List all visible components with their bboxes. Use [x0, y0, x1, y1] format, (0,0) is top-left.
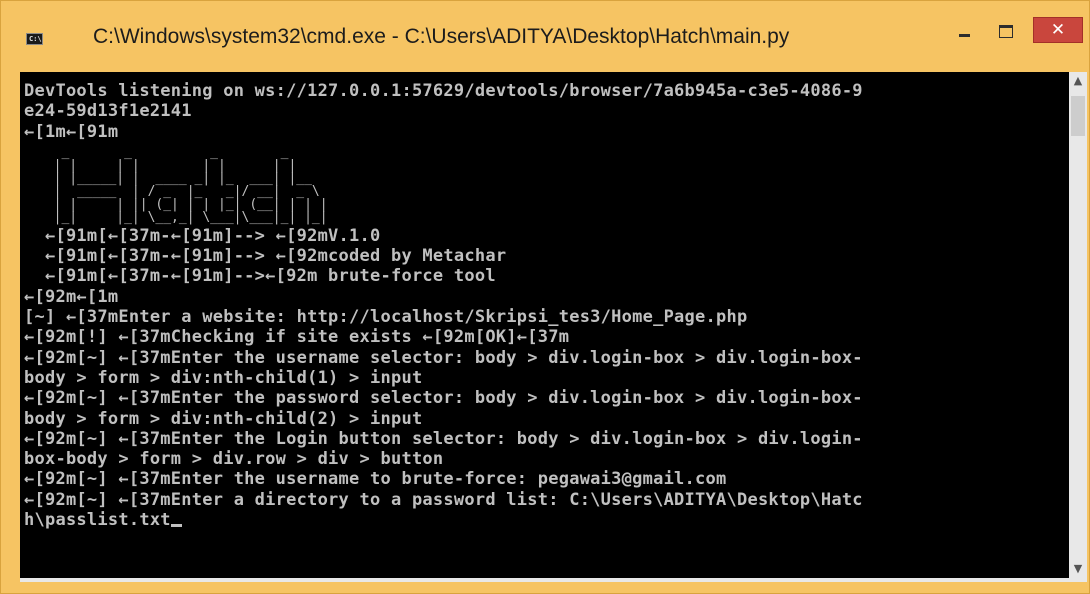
console-lines-after-logo: ←[91m[←[37m-←[91m]--> ←[92mV.1.0 ←[91m[←…: [20, 224, 1069, 530]
console-lines-before-logo: DevTools listening on ws://127.0.0.1:576…: [24, 81, 863, 142]
cmd-icon-text: C:\: [29, 35, 42, 43]
close-button[interactable]: ✕: [1033, 17, 1083, 43]
window-bottom-edge: [20, 578, 1087, 582]
title-bar[interactable]: C:\ C:\Windows\system32\cmd.exe - C:\Use…: [1, 1, 1090, 73]
window-title: C:\Windows\system32\cmd.exe - C:\Users\A…: [93, 25, 790, 48]
cmd-icon[interactable]: C:\: [26, 33, 43, 45]
console-output[interactable]: DevTools listening on ws://127.0.0.1:576…: [20, 72, 1069, 578]
console-log-lines: ←[91m[←[37m-←[91m]--> ←[92mV.1.0 ←[91m[←…: [24, 225, 863, 510]
scroll-down-arrow-icon[interactable]: ▼: [1069, 560, 1087, 578]
hatch-ascii-logo: _ _ _ _ | | | | | | | | | |_____| | ____…: [53, 144, 328, 225]
scroll-up-arrow-icon[interactable]: ▲: [1069, 72, 1087, 90]
scrollbar-thumb[interactable]: [1071, 96, 1085, 136]
maximize-button[interactable]: [990, 21, 1022, 43]
cmd-window: C:\ C:\Windows\system32\cmd.exe - C:\Use…: [0, 0, 1090, 594]
minimize-button[interactable]: [949, 21, 981, 43]
vertical-scrollbar[interactable]: ▲ ▼: [1069, 72, 1087, 578]
text-cursor: [170, 524, 182, 528]
current-input-line: h\passlist.txt: [24, 510, 171, 531]
